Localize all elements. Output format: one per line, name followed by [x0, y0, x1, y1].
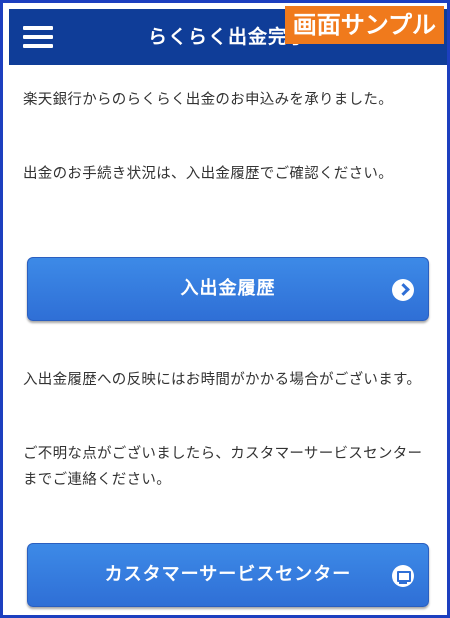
reflection-delay-message: 入出金履歴への反映にはお時間がかかる場合がございます。 [23, 372, 422, 388]
contact-message: ご不明な点がございましたら、カスタマーサービスセンターまでご連絡ください。 [23, 446, 423, 488]
customer-service-center-button[interactable]: カスタマーサービスセンター [27, 543, 429, 607]
chevron-right-circle-icon [392, 279, 414, 301]
sample-screen-badge: 画面サンプル [284, 6, 444, 44]
transaction-history-button-label: 入出金履歴 [180, 278, 276, 299]
status-check-message: 出金のお手続き状況は、入出金履歴でご確認ください。 [23, 166, 393, 182]
customer-service-button-label: カスタマーサービスセンター [104, 564, 352, 585]
transaction-history-button[interactable]: 入出金履歴 [27, 257, 429, 321]
screen-frame: らくらく出金完了 画面サンプル 楽天銀行からのらくらく出金のお申込みを承りました… [0, 0, 450, 618]
monitor-icon [392, 565, 414, 587]
completion-message: 楽天銀行からのらくらく出金のお申込みを承りました。 [23, 92, 393, 108]
